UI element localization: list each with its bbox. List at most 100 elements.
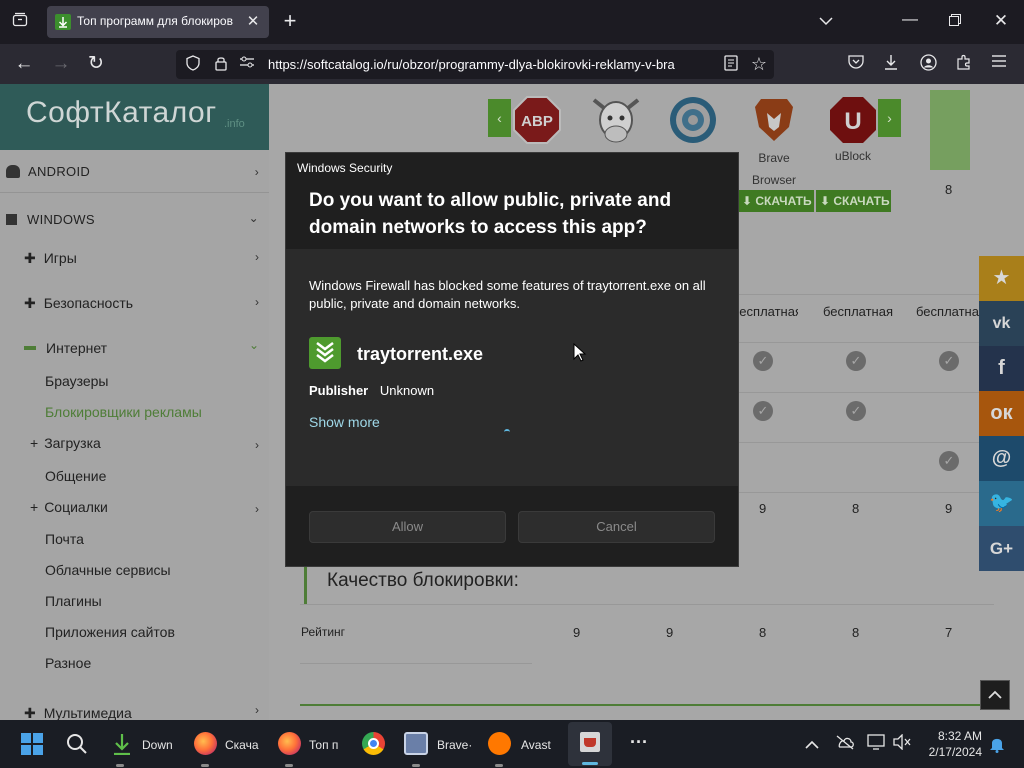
show-more-link[interactable]: Show more — [309, 414, 380, 430]
favorite-star-icon[interactable]: ★ — [979, 256, 1024, 301]
restore-icon[interactable] — [945, 12, 965, 32]
permissions-icon[interactable] — [238, 55, 256, 75]
close-window-icon[interactable]: ✕ — [991, 11, 1011, 31]
taskbar-app-brave-installer[interactable]: Brave· — [402, 720, 474, 768]
download-button-brave[interactable]: ⬇ СКАЧАТЬ — [738, 190, 814, 212]
rating-cell: 9 — [666, 625, 674, 640]
adblock-plus-logo[interactable]: ABP — [513, 96, 561, 144]
taskbar-app-chrome[interactable] — [360, 720, 390, 768]
tab-overview-icon[interactable] — [10, 12, 30, 34]
score-cell: 8 — [852, 501, 860, 516]
download-arrow-icon — [114, 734, 130, 755]
download-button-ublock[interactable]: ⬇ СКАЧАТЬ — [816, 190, 891, 212]
onedrive-offline-icon[interactable] — [835, 734, 855, 755]
table-divider — [739, 392, 979, 393]
firefox-icon — [194, 732, 217, 755]
sidebar-item-social[interactable]: + Социалки › — [30, 499, 269, 516]
taskbar-app-downloads[interactable]: Down — [108, 720, 180, 768]
new-tab-icon[interactable]: + — [279, 10, 301, 32]
carousel-prev-button[interactable]: ‹ — [488, 99, 511, 137]
downloads-icon[interactable] — [881, 54, 901, 76]
reader-view-icon[interactable] — [722, 55, 740, 77]
sidebar-item-windows[interactable]: WINDOWS ⌄ — [6, 211, 269, 227]
vk-icon[interactable]: vk — [979, 301, 1024, 346]
rating-cell: 8 — [852, 625, 860, 640]
twitter-icon[interactable]: 🐦 — [979, 481, 1024, 526]
sidebar-item-plugins[interactable]: Плагины — [45, 593, 102, 609]
chevron-right-icon: › — [254, 165, 259, 179]
shield-icon[interactable] — [184, 55, 202, 77]
rating-cell: 9 — [573, 625, 581, 640]
lock-icon[interactable] — [212, 55, 230, 77]
adblocker-logo[interactable] — [669, 96, 717, 144]
back-arrow-icon[interactable]: ← — [13, 54, 35, 74]
chevron-right-icon: › — [255, 703, 259, 717]
menu-icon[interactable] — [989, 54, 1009, 74]
rating-label: Рейтинг — [301, 625, 346, 639]
sidebar-item-cloud[interactable]: Облачные сервисы — [45, 562, 171, 578]
network-icon[interactable] — [867, 734, 885, 755]
tab-list-chevron-icon[interactable] — [815, 12, 837, 32]
pocket-icon[interactable] — [846, 54, 866, 75]
tab-close-icon[interactable]: ✕ — [243, 12, 263, 32]
clock[interactable]: 8:32 AM 2/17/2024 — [920, 728, 982, 760]
odnoklassniki-icon[interactable]: ок — [979, 391, 1024, 436]
account-icon[interactable] — [918, 54, 938, 77]
volume-muted-icon[interactable] — [893, 733, 911, 755]
sidebar-item-android[interactable]: ANDROID › — [6, 164, 269, 179]
site-logo[interactable]: СофтКаталог .info — [0, 84, 269, 150]
url-bar[interactable]: https://softcatalog.io/ru/obzor/programm… — [176, 50, 774, 79]
adguard-cow-logo[interactable] — [590, 94, 642, 148]
scroll-to-top-button[interactable] — [980, 680, 1010, 710]
publisher-label: Publisher — [309, 383, 369, 398]
ublock-logo[interactable]: U — [829, 96, 877, 144]
sidebar-item-security[interactable]: ✚ Безопасность › — [24, 295, 269, 312]
taskbar: Down Скача Топ п Brave· Avast ··· 8:32 A… — [0, 720, 1024, 768]
sidebar-item-internet[interactable]: Интернет ⌄ — [24, 338, 269, 356]
carousel-next-button[interactable]: › — [878, 99, 901, 137]
sidebar-item-misc[interactable]: Разное — [45, 655, 91, 671]
sidebar-item-mail[interactable]: Почта — [45, 531, 84, 547]
score-cell: 9 — [759, 501, 767, 516]
app-name: traytorrent.exe — [357, 344, 484, 364]
forward-arrow-icon[interactable]: → — [50, 54, 72, 74]
google-plus-icon[interactable]: G+ — [979, 526, 1024, 571]
tab-active[interactable]: Топ программ для блокиров ✕ — [47, 6, 269, 38]
cancel-button[interactable]: Cancel — [518, 511, 715, 543]
sidebar-item-multimedia[interactable]: ✚ Мультимедиа › — [24, 703, 269, 720]
allow-button[interactable]: Allow — [309, 511, 506, 543]
active-indicator — [582, 762, 598, 765]
reload-icon[interactable]: ↻ — [85, 54, 107, 74]
taskbar-app-avast[interactable]: Avast — [486, 720, 558, 768]
tray-overflow-chevron-icon[interactable] — [805, 737, 819, 755]
sidebar-item-browsers[interactable]: Браузеры — [45, 373, 109, 389]
search-icon[interactable] — [66, 733, 88, 755]
chevron-down-icon: ⌄ — [248, 211, 259, 225]
minimize-icon[interactable]: — — [900, 10, 920, 30]
logo-suffix: .info — [224, 118, 245, 130]
windows-start-icon[interactable] — [21, 733, 43, 755]
sidebar: СофтКаталог .info ANDROID › WINDOWS ⌄ ✚ И… — [0, 84, 269, 720]
running-indicator — [116, 764, 124, 767]
sidebar-item-games[interactable]: ✚ Игры › — [24, 250, 269, 267]
dialog-question: Do you want to allow public, private and… — [309, 190, 672, 238]
notification-bell-icon[interactable] — [989, 736, 1005, 758]
facebook-icon[interactable]: f — [979, 346, 1024, 391]
sidebar-item-download[interactable]: + Загрузка › — [30, 435, 269, 452]
taskbar-app-firefox-2[interactable]: Топ п — [276, 720, 348, 768]
taskbar-app-firewall-active[interactable] — [568, 722, 612, 766]
table-divider — [739, 342, 979, 343]
bookmark-star-icon[interactable]: ☆ — [750, 54, 768, 74]
email-at-icon[interactable]: @ — [979, 436, 1024, 481]
sidebar-item-site-apps[interactable]: Приложения сайтов — [45, 624, 175, 640]
minus-icon — [24, 346, 36, 350]
extensions-icon[interactable] — [954, 54, 974, 76]
sidebar-item-communication[interactable]: Общение — [45, 468, 106, 484]
taskbar-app-firefox-1[interactable]: Скача — [192, 720, 264, 768]
running-indicator — [495, 764, 503, 767]
more-apps-icon[interactable]: ··· — [630, 732, 648, 753]
sidebar-item-adblockers[interactable]: Блокировщики рекламы — [45, 404, 202, 420]
dialog-body-text: Windows Firewall has blocked some featur… — [309, 278, 706, 311]
brave-logo[interactable] — [753, 97, 795, 143]
avast-icon — [488, 732, 511, 755]
